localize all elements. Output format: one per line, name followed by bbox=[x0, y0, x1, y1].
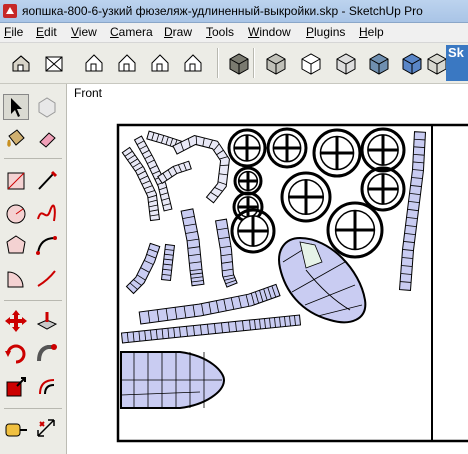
menu-accelerator: V bbox=[71, 25, 79, 39]
menu-accelerator: E bbox=[36, 25, 45, 39]
menu-bar: File Edit View Camera Draw Tools Window Plugins… bbox=[0, 23, 468, 43]
iso-view-icon[interactable] bbox=[8, 49, 34, 77]
offset-tool-icon[interactable] bbox=[34, 374, 60, 400]
menu-label: amera bbox=[118, 25, 153, 39]
back-view-icon[interactable] bbox=[147, 49, 173, 77]
fuselage-panel-lower bbox=[120, 351, 226, 409]
make-component-tool-icon[interactable] bbox=[34, 94, 60, 120]
menu-plugins[interactable]: Plugins bbox=[306, 25, 345, 39]
menu-label: dit bbox=[44, 25, 57, 39]
push-pull-tool-icon[interactable] bbox=[34, 308, 60, 334]
top-view-icon[interactable] bbox=[41, 49, 67, 77]
menu-label: iew bbox=[78, 25, 97, 39]
scale-tool-icon[interactable] bbox=[3, 374, 29, 400]
shaded-textures-style-icon[interactable] bbox=[399, 49, 425, 77]
title-bar: яопшка-800-6-узкий фюзеляж-удлиненный-вы… bbox=[0, 0, 468, 23]
stringer-strip bbox=[138, 283, 281, 325]
main-toolbar: Sk bbox=[0, 43, 468, 84]
model-drawing[interactable] bbox=[67, 84, 468, 454]
follow-me-tool-icon[interactable] bbox=[34, 341, 60, 367]
stringer-strip bbox=[125, 242, 161, 295]
menu-accelerator: C bbox=[110, 25, 119, 39]
menu-accelerator: D bbox=[164, 25, 173, 39]
arc-tool-icon[interactable] bbox=[34, 233, 60, 259]
menu-help[interactable]: Help bbox=[359, 25, 384, 39]
left-view-icon[interactable] bbox=[180, 49, 206, 77]
polygon-tool-icon[interactable] bbox=[3, 233, 29, 259]
menu-camera[interactable]: Camera bbox=[110, 25, 153, 39]
sketchup-extension-button[interactable]: Sk bbox=[446, 45, 468, 81]
stringer-strip bbox=[214, 218, 238, 288]
right-view-icon[interactable] bbox=[114, 49, 140, 77]
rotate-tool-icon[interactable] bbox=[3, 341, 29, 367]
pie-tool-icon[interactable] bbox=[3, 266, 29, 292]
tape-measure-tool-icon[interactable] bbox=[3, 416, 29, 442]
menu-accelerator: P bbox=[306, 25, 315, 39]
menu-view[interactable]: View bbox=[71, 25, 97, 39]
hidden-line-style-icon[interactable] bbox=[333, 49, 359, 77]
freehand-tool-icon[interactable] bbox=[34, 201, 60, 227]
menu-accelerator: W bbox=[248, 25, 260, 39]
line-tool-icon[interactable] bbox=[34, 168, 60, 194]
wireframe-style-icon[interactable] bbox=[298, 49, 324, 77]
paint-bucket-tool-icon[interactable] bbox=[3, 126, 29, 152]
former-ring bbox=[230, 208, 276, 254]
former-ring bbox=[360, 166, 406, 212]
cutout-pieces bbox=[120, 127, 427, 409]
sketchup-app-icon bbox=[3, 4, 17, 18]
move-tool-icon[interactable] bbox=[3, 308, 29, 334]
stringer-strip bbox=[160, 243, 176, 282]
menu-window[interactable]: Window bbox=[248, 25, 291, 39]
palette-separator bbox=[4, 300, 62, 301]
palette-separator bbox=[4, 158, 62, 159]
back-edges-style-icon[interactable] bbox=[263, 49, 289, 77]
stringer-strip bbox=[157, 160, 192, 185]
dimension-tool-icon[interactable] bbox=[34, 416, 60, 442]
front-view-icon[interactable] bbox=[81, 49, 107, 77]
former-ring bbox=[227, 128, 267, 168]
menu-label: elp bbox=[367, 25, 384, 39]
toolbar-separator bbox=[253, 48, 255, 78]
stringer-strip bbox=[180, 208, 205, 287]
former-ring bbox=[312, 128, 362, 178]
toolbar-separator bbox=[217, 48, 219, 78]
menu-label: ools bbox=[212, 25, 235, 39]
menu-tools[interactable]: Tools bbox=[206, 25, 234, 39]
xray-style-icon[interactable] bbox=[226, 49, 252, 77]
eraser-tool-icon[interactable] bbox=[34, 126, 60, 152]
menu-edit[interactable]: Edit bbox=[36, 25, 57, 39]
menu-label: ile bbox=[11, 25, 24, 39]
drawing-viewport[interactable]: Front bbox=[67, 84, 468, 454]
former-ring bbox=[233, 166, 263, 196]
former-ring bbox=[360, 127, 406, 173]
shaded-style-icon[interactable] bbox=[366, 49, 392, 77]
menu-label: raw bbox=[172, 25, 193, 39]
select-tool-icon[interactable] bbox=[3, 94, 29, 120]
former-ring bbox=[326, 201, 384, 259]
circle-tool-icon[interactable] bbox=[3, 201, 29, 227]
menu-draw[interactable]: Draw bbox=[164, 25, 192, 39]
arc-2pt-tool-icon[interactable] bbox=[34, 266, 60, 292]
former-ring bbox=[266, 127, 308, 169]
menu-label: indow bbox=[259, 25, 291, 39]
tools-palette bbox=[0, 84, 67, 454]
menu-label: lugins bbox=[314, 25, 346, 39]
former-ring bbox=[280, 171, 332, 223]
menu-file[interactable]: File bbox=[4, 25, 23, 39]
rectangle-tool-icon[interactable] bbox=[3, 168, 29, 194]
menu-accelerator: H bbox=[359, 25, 368, 39]
fuselage-panel-upper bbox=[278, 236, 367, 324]
window-title: яопшка-800-6-узкий фюзеляж-удлиненный-вы… bbox=[22, 4, 423, 18]
palette-separator bbox=[4, 408, 62, 409]
